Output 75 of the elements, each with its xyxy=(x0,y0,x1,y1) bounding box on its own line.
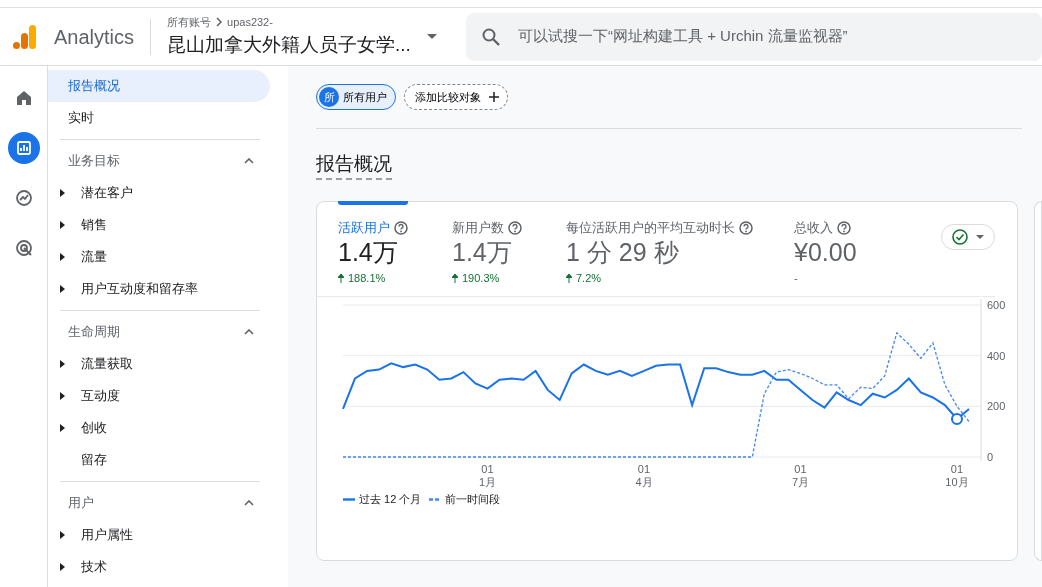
metric-change: 188.1% xyxy=(348,271,386,287)
metric-change: 7.2% xyxy=(576,271,602,287)
legend-swatch-icon xyxy=(343,497,355,501)
metric-value: 1 分 29 秒 xyxy=(566,237,680,267)
axis-label: 400 xyxy=(987,349,1006,362)
legend-swatch-icon xyxy=(429,497,442,501)
triangle-right-icon xyxy=(60,563,65,571)
chevron-right-icon xyxy=(215,17,224,28)
section-header[interactable]: 业务目标 xyxy=(68,151,120,171)
help-icon[interactable] xyxy=(394,220,408,235)
triangle-right-icon xyxy=(60,424,65,432)
triangle-right-icon xyxy=(60,285,65,293)
axis-label: 0 xyxy=(987,451,994,463)
search-input[interactable]: 可以试搜一下“网址构建工具 + Urchin 流量监视器” xyxy=(516,24,1026,49)
metric-change: - xyxy=(794,271,798,287)
nav-item[interactable]: 流量获取 xyxy=(81,354,133,374)
nav-item[interactable]: 用户属性 xyxy=(81,525,133,545)
axis-label: 200 xyxy=(987,400,1006,413)
nav-item[interactable]: 创收 xyxy=(81,418,107,438)
section-header[interactable]: 生命周期 xyxy=(68,322,120,342)
metric-tab[interactable]: 每位活跃用户的平均互动时长 xyxy=(566,218,735,238)
nav-item[interactable]: 潜在客户 xyxy=(81,183,133,203)
triangle-right-icon xyxy=(60,392,65,400)
help-icon[interactable] xyxy=(837,220,851,235)
legend-label: 前一时间段 xyxy=(445,492,501,507)
axis-label: 01 4月 xyxy=(635,463,653,488)
nav-item[interactable]: 实时 xyxy=(48,102,270,134)
metric-tab[interactable]: 活跃用户 xyxy=(338,218,390,238)
metric-value: ¥0.00 xyxy=(794,237,858,267)
nav-item[interactable]: 留存 xyxy=(81,450,107,470)
analytics-logo-icon xyxy=(12,23,38,50)
data-point-marker xyxy=(950,413,963,425)
compare-menu-button[interactable] xyxy=(941,224,995,250)
segment-chip[interactable]: 所 所有用户 xyxy=(316,84,396,110)
check-circle-icon xyxy=(952,229,968,245)
nav-item[interactable]: 技术 xyxy=(81,557,107,577)
bar-chart-icon[interactable] xyxy=(7,132,40,164)
help-icon[interactable] xyxy=(739,220,753,235)
nav-item[interactable]: 互动度 xyxy=(81,386,120,406)
chevron-up-icon[interactable] xyxy=(244,158,254,164)
search-icon xyxy=(482,27,500,46)
nav-item[interactable]: 流量 xyxy=(81,247,107,267)
dropdown-caret-icon[interactable] xyxy=(426,34,437,39)
metric-tab[interactable]: 总收入 xyxy=(794,218,833,238)
metric-tab[interactable]: 新用户数 xyxy=(452,218,504,238)
triangle-right-icon xyxy=(60,531,65,539)
legend-label: 过去 12 个月 xyxy=(359,492,422,507)
plus-icon xyxy=(489,92,499,102)
property-selector[interactable]: 昆山加拿大外籍人员子女学... xyxy=(167,30,411,59)
caret-icon xyxy=(976,235,984,239)
breadcrumb-link[interactable]: 所有账号 xyxy=(167,14,212,31)
nav-item[interactable]: 销售 xyxy=(81,215,107,235)
help-icon[interactable] xyxy=(508,220,522,235)
page-title: 报告概况 xyxy=(316,149,392,181)
section-header[interactable]: 用户 xyxy=(68,493,94,513)
metric-change: 190.3% xyxy=(462,271,500,287)
chevron-up-icon[interactable] xyxy=(244,329,254,335)
avatar: 所 xyxy=(319,87,339,107)
nav-item[interactable]: 报告概况 xyxy=(48,70,270,102)
axis-label: 01 1月 xyxy=(478,463,496,488)
axis-label: 01 10月 xyxy=(945,463,969,488)
triangle-right-icon xyxy=(60,253,65,261)
triangle-right-icon xyxy=(60,189,65,197)
triangle-right-icon xyxy=(60,360,65,368)
product-name: Analytics xyxy=(54,24,135,50)
metric-value: 1.4万 xyxy=(338,237,399,267)
add-comparison-button[interactable]: 添加比较对象 xyxy=(404,84,508,110)
triangle-right-icon xyxy=(60,221,65,229)
nav-item[interactable]: 用户互动度和留存率 xyxy=(81,279,198,299)
breadcrumb-link[interactable]: upas232- xyxy=(227,14,273,31)
search-field[interactable]: 可以试搜一下“网址构建工具 + Urchin 流量监视器” xyxy=(466,12,1042,61)
axis-label: 01 7月 xyxy=(791,463,809,488)
axis-label: 600 xyxy=(987,299,1006,311)
chevron-up-icon[interactable] xyxy=(244,500,254,506)
metric-value: 1.4万 xyxy=(452,237,513,267)
